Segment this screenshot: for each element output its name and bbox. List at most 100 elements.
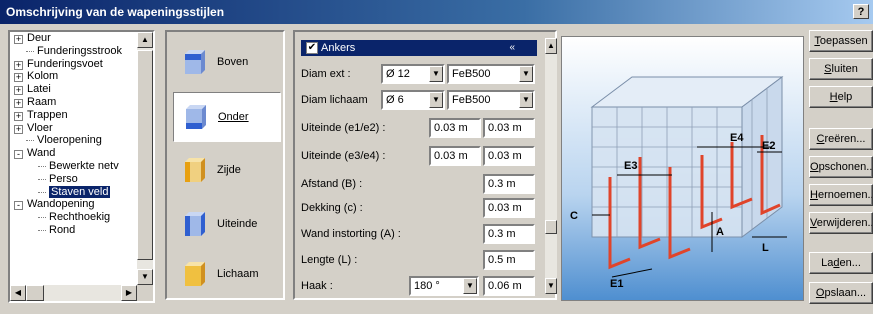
tree-item[interactable]: + Latei [10,83,138,96]
expand-icon[interactable]: + [14,73,23,83]
scroll-down-icon[interactable]: ▼ [545,278,557,294]
end-e4-input[interactable]: 0.03 m [483,146,535,166]
category-boven[interactable]: Boven [173,38,281,88]
create-button[interactable]: Creëren... [809,128,873,150]
help-accel: H [829,91,838,103]
expand-icon[interactable]: + [14,86,23,96]
help-label: elp [837,91,853,103]
scroll-right-icon[interactable]: ▶ [121,285,137,301]
expand-icon[interactable]: + [14,35,23,44]
category-onder[interactable]: Onder [173,92,281,142]
diam-body-diameter-value: Ø 6 [386,94,404,106]
tree-item[interactable]: Bewerkte netv [10,160,138,173]
tree-item-label: Vloeropening [37,134,102,147]
load-button[interactable]: Laden... [809,252,873,274]
tree-item-label: Wand [27,147,56,160]
tree-horizontal-scrollbar[interactable]: ◀ ▶ [10,285,137,301]
expand-icon[interactable]: + [14,60,23,70]
collapse-icon[interactable]: - [14,150,23,160]
tree-item[interactable]: Funderingsstrook [10,45,138,58]
tree-vertical-scrollbar[interactable]: ▲ ▼ [137,32,153,285]
tree-item-label: Perso [49,172,78,185]
tree-item[interactable]: + Deur [10,32,138,45]
scroll-down-icon[interactable]: ▼ [137,269,153,285]
apply-button[interactable]: Toepassen [809,30,873,52]
category-label: Boven [217,56,249,68]
end-e2-input[interactable]: 0.03 m [483,118,535,138]
tree-item[interactable]: + Trappen [10,109,138,122]
diam-ext-steel-select[interactable]: FeB500 ▼ [447,64,535,84]
cover-label: Dekking (c) : [301,202,363,214]
hscroll-thumb[interactable] [26,285,44,301]
delete-button[interactable]: Verwijderen... [809,212,873,234]
tree-item[interactable]: Staven veld [10,185,138,199]
end-e1-input[interactable]: 0.03 m [429,118,481,138]
end-e3-input[interactable]: 0.03 m [429,146,481,166]
tree-item[interactable]: Vloeropening [10,134,138,147]
rename-accel: H [810,189,818,201]
wall-insert-input[interactable]: 0.3 m [483,224,535,244]
delete-label: erwijderen... [816,217,873,229]
diam-body-diameter-select[interactable]: Ø 6 ▼ [381,90,445,110]
cleanup-accel: O [810,161,819,173]
anchors-header[interactable]: ✔ Ankers « [301,40,537,56]
tree-item[interactable]: + Raam [10,96,138,109]
close-button[interactable]: Sluiten [809,58,873,80]
tree-connector [26,140,34,142]
collapse-icon[interactable]: « [509,40,515,56]
delete-accel: V [810,217,817,229]
panel-scroll-thumb[interactable] [545,220,557,234]
end-e3e4-label: Uiteinde (e3/e4) : [301,150,386,162]
tree-item[interactable]: + Vloer [10,122,138,135]
expand-icon[interactable]: + [14,124,23,134]
rename-button[interactable]: Hernoemen... [809,184,873,206]
anchors-checkbox[interactable]: ✔ [306,42,318,54]
category-uiteinde[interactable]: Uiteinde [173,200,281,250]
tree-item[interactable]: - Wandopening [10,198,138,211]
diam-ext-diameter-select[interactable]: Ø 12 ▼ [381,64,445,84]
help-question-button[interactable]: ? [853,4,869,19]
tree-item[interactable]: + Funderingsvoet [10,58,138,71]
row-hook: Haak : 180 ° ▼ 0.06 m [301,276,537,296]
distance-input[interactable]: 0.3 m [483,174,535,194]
row-cover: Dekking (c) : 0.03 m [301,198,537,218]
panel-scrollbar[interactable]: ▲ ▼ [545,38,557,294]
tree-item[interactable]: Rond [10,224,138,237]
scroll-left-icon[interactable]: ◀ [10,285,26,301]
save-button[interactable]: Opslaan... [809,282,873,304]
hook-angle-select[interactable]: 180 ° ▼ [409,276,479,296]
tree-item[interactable]: Rechthoekig [10,211,138,224]
category-zijde[interactable]: Zijde [173,146,281,196]
scroll-up-icon[interactable]: ▲ [545,38,557,54]
scroll-thumb[interactable] [137,50,153,260]
tree-item[interactable]: Perso [10,173,138,186]
top-bar-icon [185,50,205,74]
cover-input[interactable]: 0.03 m [483,198,535,218]
diam-body-label: Diam lichaam [301,94,368,106]
reinforcement-diagram: E4 E3 E2 C A L E1 [561,36,804,301]
bottom-bar-icon [186,105,206,129]
tree-item-label: Rond [49,223,76,236]
wall-insert-label: Wand instorting (A) : [301,228,401,240]
diam-body-steel-select[interactable]: FeB500 ▼ [447,90,535,110]
rename-label: ernoemen... [817,189,873,201]
cleanup-button[interactable]: Opschonen... [809,156,873,178]
tree-item-label: Latei [27,83,51,96]
tree-item[interactable]: + Kolom [10,70,138,83]
collapse-icon[interactable]: - [14,201,23,211]
hook-length-input[interactable]: 0.06 m [483,276,535,296]
distance-label: Afstand (B) : [301,178,363,190]
length-label: Lengte (L) : [301,254,358,266]
scroll-up-icon[interactable]: ▲ [137,32,153,48]
help-button[interactable]: Help [809,86,873,108]
style-tree[interactable]: + Deur Funderingsstrook + Funderingsvoet + Kol… [8,30,155,303]
expand-icon[interactable]: + [14,111,23,121]
length-input[interactable]: 0.5 m [483,250,535,270]
expand-icon[interactable]: + [14,98,23,108]
cleanup-label: pschonen... [818,161,873,173]
tree-item[interactable]: - Wand [10,147,138,160]
tree-item-label: Funderingsvoet [27,57,103,70]
category-lichaam[interactable]: Lichaam [173,250,281,300]
tree-connector [38,217,46,219]
anchors-panel: ✔ Ankers « Diam ext : Ø 12 ▼ FeB500 ▼ Di… [293,30,557,300]
